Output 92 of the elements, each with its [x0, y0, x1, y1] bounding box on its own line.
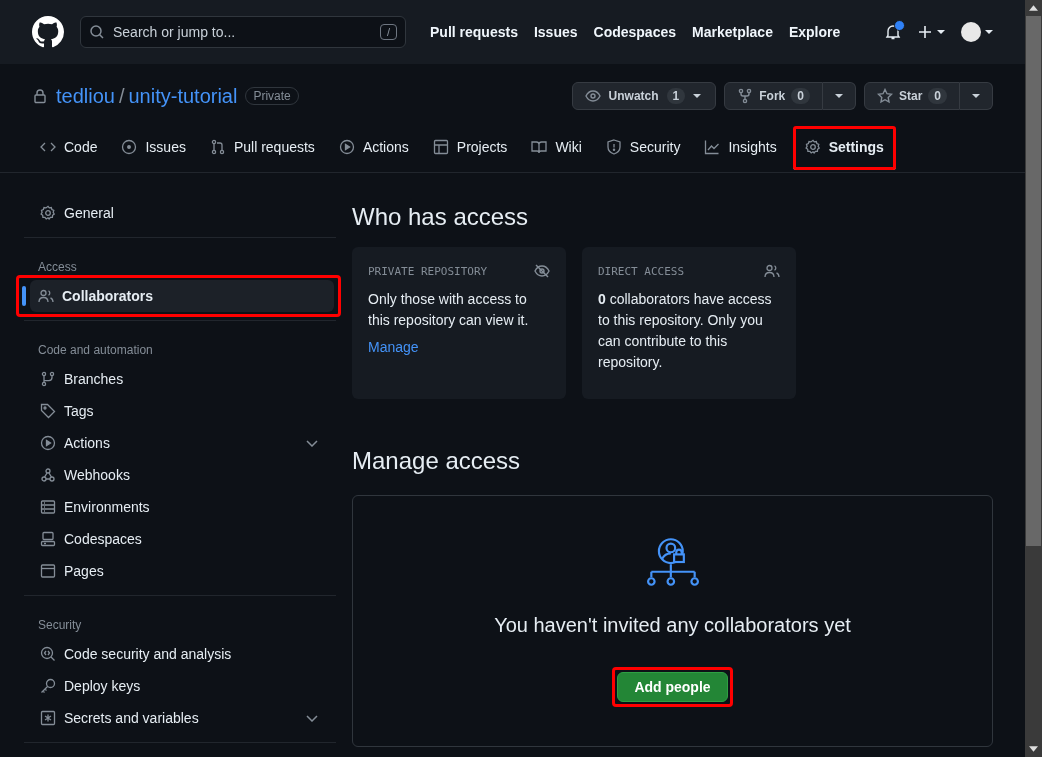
notification-bell-icon[interactable]	[885, 24, 901, 40]
gear-icon	[40, 205, 56, 221]
server-icon	[40, 499, 56, 515]
nav-link[interactable]: Pull requests	[430, 24, 518, 40]
sidebar-heading: Code and automation	[37, 342, 154, 359]
sidebar-item[interactable]: General	[24, 197, 336, 229]
sidebar-item[interactable]: Pages	[24, 555, 336, 587]
repo-tab[interactable]: Code	[32, 124, 106, 172]
card-title: PRIVATE REPOSITORY	[368, 264, 488, 278]
sidebar-item[interactable]: Environments	[24, 491, 336, 523]
section-title: Manage access	[352, 447, 522, 475]
webhook-icon	[40, 467, 56, 483]
card-text: Only those with access to this repository can view it.	[368, 290, 530, 330]
selection-indicator	[22, 286, 26, 306]
pull-request-icon	[209, 139, 226, 155]
avatar[interactable]	[961, 22, 981, 42]
caret-icon[interactable]	[937, 30, 945, 34]
repo-tab[interactable]: Pull requests	[201, 124, 323, 172]
scroll-up-arrow-icon[interactable]	[1029, 5, 1038, 11]
repo-tab[interactable]: Issues	[113, 124, 194, 172]
search-field[interactable]: Search or jump to... /	[80, 16, 406, 48]
star-button[interactable]: Star 0	[863, 82, 960, 110]
caret-icon	[834, 94, 843, 98]
sidebar-heading: Security	[37, 617, 83, 634]
card-title: DIRECT ACCESS	[598, 264, 685, 278]
chevron-down-icon[interactable]	[306, 439, 318, 447]
shield-icon	[605, 139, 622, 155]
eye-icon	[584, 88, 601, 104]
sidebar-heading: Access	[37, 259, 78, 276]
people-icon	[764, 263, 780, 279]
sidebar-item[interactable]: Deploy keys	[24, 670, 336, 702]
watch-button[interactable]: Unwatch 1	[571, 82, 717, 110]
caret-icon	[972, 94, 980, 98]
dropdown-button[interactable]	[822, 82, 856, 110]
sidebar-item[interactable]: Tags	[24, 395, 336, 427]
key-icon	[40, 678, 56, 694]
caret-icon	[693, 94, 702, 98]
add-people-button[interactable]: Add people	[617, 672, 728, 702]
repo-tab[interactable]: Insights	[696, 124, 785, 172]
table-icon	[432, 139, 449, 155]
sidebar-item[interactable]: Actions	[24, 427, 336, 459]
code-search-icon	[40, 646, 56, 662]
repo-tab[interactable]: Settings	[792, 126, 896, 170]
eye-closed-icon	[534, 263, 550, 279]
repo-tab[interactable]: Security	[597, 124, 689, 172]
gear-icon	[804, 139, 821, 155]
repo-owner-link[interactable]: tedliou	[56, 84, 115, 108]
tag-icon	[40, 403, 56, 419]
section-title: Who has access	[352, 203, 530, 231]
search-input[interactable]: Search or jump to...	[113, 24, 372, 40]
sidebar-item[interactable]: Webhooks	[24, 459, 336, 491]
sidebar-item[interactable]: Codespaces	[24, 523, 336, 555]
fork-button[interactable]: Fork 0	[724, 82, 823, 110]
fork-icon	[737, 88, 754, 104]
sidebar-item[interactable]: Code security and analysis	[24, 638, 336, 670]
nav-link[interactable]: Marketplace	[692, 24, 773, 40]
sidebar-item[interactable]: Branches	[24, 363, 336, 395]
sidebar-item[interactable]: Collaborators	[30, 280, 334, 312]
chevron-down-icon[interactable]	[306, 714, 318, 722]
octocat-logo-icon[interactable]	[32, 16, 64, 48]
star-icon	[876, 88, 893, 104]
repo-tab[interactable]: Actions	[330, 124, 417, 172]
card-text: 0 collaborators have access to this repository. Only you can contribute to this repository.	[598, 290, 773, 372]
path-separator: /	[118, 84, 125, 108]
asterisk-box-icon	[40, 710, 56, 726]
sidebar-item[interactable]: Secrets and variables	[24, 702, 336, 734]
empty-state-message: You haven't invited any collaborators yet	[494, 614, 851, 637]
play-icon	[338, 139, 355, 155]
nav-link[interactable]: Issues	[533, 24, 578, 40]
repo-name-link[interactable]: unity-tutorial	[128, 84, 238, 108]
browser-window-icon	[40, 563, 56, 579]
scrollbar[interactable]	[1025, 0, 1042, 757]
search-icon	[89, 24, 105, 40]
computer-icon	[40, 531, 56, 547]
caret-icon[interactable]	[985, 30, 993, 34]
manage-link[interactable]: Manage	[368, 339, 419, 355]
repo-tab[interactable]: Projects	[424, 124, 516, 172]
lock-icon	[32, 88, 48, 104]
plus-icon[interactable]	[917, 24, 933, 40]
people-network-lock-icon	[646, 538, 699, 586]
branch-icon	[40, 371, 56, 387]
nav-link[interactable]: Explore	[788, 24, 841, 40]
people-icon	[38, 288, 54, 304]
dropdown-button[interactable]	[960, 82, 993, 110]
scroll-down-arrow-icon[interactable]	[1029, 746, 1038, 752]
issue-icon	[121, 139, 138, 155]
repo-tab[interactable]: Wiki	[523, 124, 590, 172]
play-icon	[40, 435, 56, 451]
graph-icon	[704, 139, 721, 155]
book-icon	[531, 139, 548, 155]
nav-link[interactable]: Codespaces	[593, 24, 676, 40]
shortcut-key: /	[379, 24, 397, 40]
